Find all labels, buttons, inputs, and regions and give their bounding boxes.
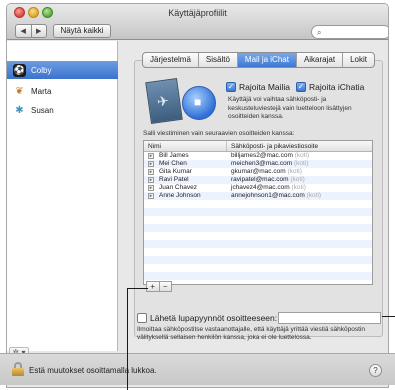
user-item-marta[interactable]: ❦ Marta: [7, 82, 118, 100]
disclosure-icon[interactable]: ▸: [148, 161, 154, 167]
table-row-empty: [144, 216, 372, 224]
permission-checkbox[interactable]: Lähetä lupapyynnöt osoitteeseen:: [137, 313, 277, 323]
table-header: Nimi Sähköposti- ja pikaviestiosoite: [144, 141, 372, 152]
user-item-susan[interactable]: ✱ Susan: [7, 101, 118, 119]
restrict-options: ✓ Rajoita Mailia ✓ Rajoita iChatia: [226, 82, 364, 92]
callout-line: [127, 288, 148, 289]
lock-hint: Estä muutokset osoittamalla lukkoa.: [29, 366, 157, 375]
callout-line: [382, 316, 395, 317]
allowed-list-label: Salli viestiminen vain seuraavien osoitt…: [143, 130, 295, 137]
table-row[interactable]: ▸ Gita Kumar gkumar@mac.com (koti): [144, 168, 372, 176]
table-row-empty: [144, 208, 372, 216]
address-kind: (koti): [291, 184, 306, 191]
callout-line: [127, 288, 128, 390]
disclosure-icon[interactable]: ▸: [148, 177, 154, 183]
checkbox-icon: [137, 313, 147, 323]
table-row-empty: [144, 240, 372, 248]
add-remove-buttons: + −: [146, 281, 172, 292]
restrict-ichat-label: Rajoita iChatia: [309, 82, 365, 92]
title-bar: Käyttäjäprofiilit ◀ ▶ Näytä kaikki ⌕: [7, 4, 388, 40]
contact-address: billjames2@mac.com: [231, 152, 293, 159]
dragonfly-icon: ✱: [15, 104, 24, 116]
window-title: Käyttäjäprofiilit: [168, 8, 227, 18]
permission-description: Ilmoittaa sähköpostitse vastaanottajalle…: [137, 326, 365, 341]
help-button[interactable]: ?: [369, 364, 382, 377]
user-list: ⚽ Colby ❦ Marta ✱ Susan: [7, 41, 118, 351]
remove-address-button[interactable]: −: [158, 282, 172, 291]
search-field[interactable]: ⌕: [311, 25, 388, 39]
tab-content[interactable]: Sisältö: [197, 53, 237, 67]
address-kind: (koti): [290, 176, 305, 183]
show-all-button[interactable]: Näytä kaikki: [53, 24, 111, 38]
contact-address: ravipatel@mac.com: [231, 176, 289, 183]
contact-name: Anne Johnson: [159, 192, 201, 199]
restrict-mail-label: Rajoita Mailia: [239, 82, 291, 92]
ichat-icon: [182, 86, 216, 120]
allowed-addresses-table: Nimi Sähköposti- ja pikaviestiosoite ▸ Bi…: [143, 140, 373, 285]
address-kind: (koti): [294, 152, 310, 159]
column-header-address[interactable]: Sähköposti- ja pikaviestiosoite: [227, 141, 318, 151]
table-row[interactable]: ▸ Bill James billjames2@mac.com (koti): [144, 152, 372, 160]
mail-ichat-icons: [145, 77, 218, 125]
contact-name: Gita Kumar: [159, 168, 192, 175]
table-row-empty: [144, 232, 372, 240]
contact-address: jchavez4@mac.com: [231, 184, 290, 191]
restrict-description: Käyttäjä voi vaihtaa sähköposti- ja kesk…: [228, 96, 352, 120]
address-kind: (koti): [287, 168, 302, 175]
restrict-ichat-checkbox[interactable]: ✓ Rajoita iChatia: [296, 82, 364, 92]
table-row-empty: [144, 256, 372, 264]
lock-body: [12, 368, 24, 376]
permission-label: Lähetä lupapyynnöt osoitteeseen:: [150, 313, 278, 323]
table-row-empty: [144, 224, 372, 232]
forward-button[interactable]: ▶: [30, 25, 47, 37]
search-icon: ⌕: [317, 28, 322, 37]
disclosure-icon[interactable]: ▸: [148, 185, 154, 191]
mail-stamp-icon: [145, 77, 183, 125]
table-row-empty: [144, 200, 372, 208]
user-name: Susan: [31, 105, 54, 115]
user-item-colby[interactable]: ⚽ Colby: [7, 61, 118, 79]
tab-system[interactable]: Järjestelmä: [143, 53, 198, 67]
table-row[interactable]: ▸ Juan Chavez jchavez4@mac.com (koti): [144, 184, 372, 192]
tab-logs[interactable]: Lokit: [342, 53, 374, 67]
user-name: Marta: [31, 86, 52, 96]
soccer-ball-icon: ⚽: [13, 63, 26, 77]
user-name: Colby: [31, 65, 52, 75]
contact-name: Bill James: [159, 152, 189, 159]
table-row[interactable]: ▸ Ravi Patel ravipatel@mac.com (koti): [144, 176, 372, 184]
table-row[interactable]: ▸ Mei Chen meichen3@mac.com (koti): [144, 160, 372, 168]
disclosure-icon[interactable]: ▸: [148, 153, 154, 159]
table-row-empty: [144, 272, 372, 280]
checkmark-icon: ✓: [226, 82, 236, 92]
table-row-empty: [144, 248, 372, 256]
tab-bar: Järjestelmä Sisältö Mail ja iChat Aikara…: [142, 52, 375, 68]
table-body: ▸ Bill James billjames2@mac.com (koti) ▸ M…: [144, 152, 372, 280]
contact-address: meichen3@mac.com: [231, 160, 293, 167]
lock-icon[interactable]: [12, 362, 24, 376]
contact-name: Ravi Patel: [159, 176, 189, 183]
back-forward-buttons: ◀ ▶: [15, 24, 47, 38]
back-button[interactable]: ◀: [16, 25, 31, 37]
butterfly-icon: ❦: [15, 85, 24, 97]
contact-name: Mei Chen: [159, 160, 187, 167]
table-row[interactable]: ▸ Anne Johnson annejohnson1@mac.com (koti…: [144, 192, 372, 200]
add-address-button[interactable]: +: [147, 282, 159, 291]
restrict-mail-checkbox[interactable]: ✓ Rajoita Mailia: [226, 82, 290, 92]
checkmark-icon: ✓: [296, 82, 307, 92]
column-header-name[interactable]: Nimi: [144, 141, 227, 151]
contact-address: gkumar@mac.com: [231, 168, 286, 175]
address-kind: (koti): [293, 160, 309, 167]
disclosure-icon[interactable]: ▸: [148, 169, 154, 175]
address-kind: (koti): [306, 192, 322, 199]
disclosure-icon[interactable]: ▸: [148, 193, 154, 199]
contact-name: Juan Chavez: [159, 184, 197, 191]
table-row-empty: [144, 264, 372, 272]
contact-address: annejohnson1@mac.com: [231, 192, 305, 199]
permission-email-field[interactable]: [278, 312, 381, 324]
tab-mail-ichat[interactable]: Mail ja iChat: [236, 53, 296, 67]
tab-time-limits[interactable]: Aikarajat: [295, 53, 342, 67]
